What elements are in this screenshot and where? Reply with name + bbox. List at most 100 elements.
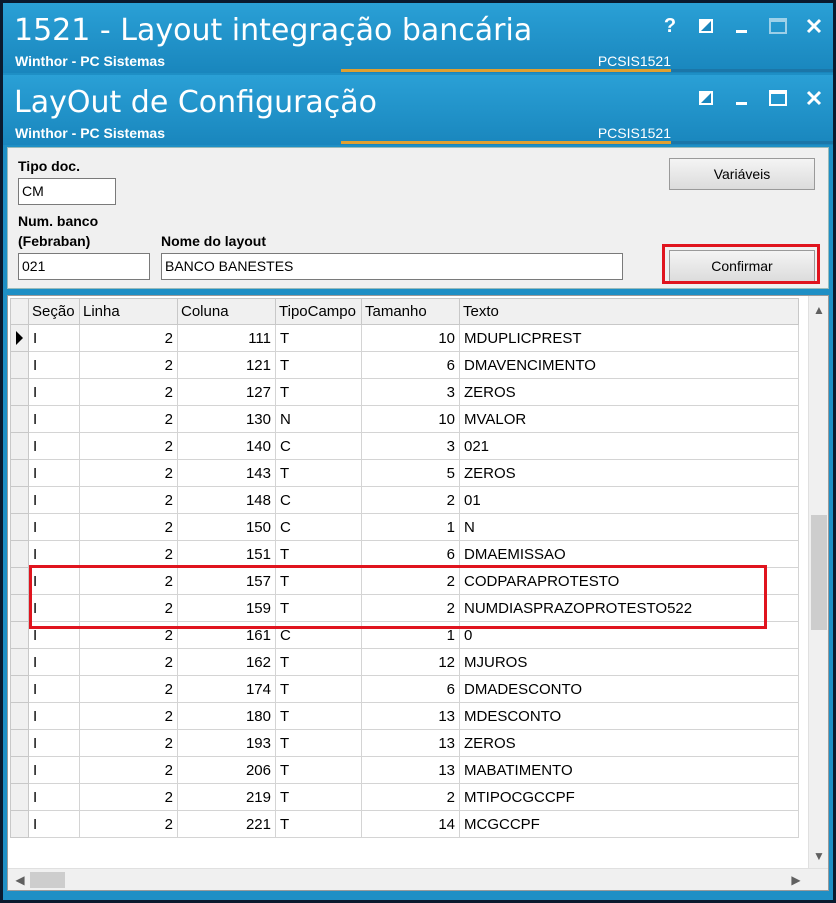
table-cell[interactable]: ZEROS — [459, 378, 799, 406]
table-row[interactable]: I 2 219 T 2 MTIPOCGCCPF — [10, 783, 799, 811]
help-button[interactable]: ? — [659, 15, 681, 37]
table-cell[interactable]: 2 — [79, 783, 178, 811]
table-cell[interactable]: 3 — [361, 432, 460, 460]
table-row[interactable]: I 2 140 C 3 021 — [10, 432, 799, 460]
table-cell[interactable]: 130 — [177, 405, 276, 433]
row-indicator[interactable] — [10, 459, 29, 487]
table-cell[interactable]: 2 — [79, 675, 178, 703]
table-cell[interactable]: 2 — [79, 513, 178, 541]
table-cell[interactable]: 2 — [361, 486, 460, 514]
table-cell[interactable]: C — [275, 513, 362, 541]
table-cell[interactable]: 3 — [361, 378, 460, 406]
vertical-scroll-thumb[interactable] — [811, 515, 827, 630]
table-row[interactable]: I 2 121 T 6 DMAVENCIMENTO — [10, 351, 799, 379]
table-cell[interactable]: 150 — [177, 513, 276, 541]
table-cell[interactable]: 021 — [459, 432, 799, 460]
table-cell[interactable]: 5 — [361, 459, 460, 487]
table-row[interactable]: I 2 174 T 6 DMADESCONTO — [10, 675, 799, 703]
row-indicator[interactable] — [10, 432, 29, 460]
table-cell[interactable]: 6 — [361, 675, 460, 703]
table-cell[interactable]: I — [28, 783, 80, 811]
table-cell[interactable]: 111 — [177, 324, 276, 352]
table-cell[interactable]: 2 — [79, 324, 178, 352]
scroll-down-icon[interactable]: ▼ — [809, 846, 828, 866]
table-cell[interactable]: I — [28, 648, 80, 676]
col-secao[interactable]: Seção — [28, 298, 80, 325]
table-row[interactable]: I 2 127 T 3 ZEROS — [10, 378, 799, 406]
table-cell[interactable]: MABATIMENTO — [459, 756, 799, 784]
table-cell[interactable]: 2 — [79, 729, 178, 757]
main-titlebar[interactable]: 1521 - Layout integração bancária Wintho… — [3, 3, 833, 73]
col-coluna[interactable]: Coluna — [177, 298, 276, 325]
sub-titlebar[interactable]: LayOut de Configuração Winthor - PC Sist… — [3, 75, 833, 145]
row-indicator[interactable] — [10, 405, 29, 433]
table-cell[interactable]: 2 — [79, 648, 178, 676]
row-indicator[interactable] — [10, 756, 29, 784]
row-indicator[interactable] — [10, 486, 29, 514]
table-cell[interactable]: 2 — [79, 756, 178, 784]
table-cell[interactable]: I — [28, 432, 80, 460]
table-cell[interactable]: 127 — [177, 378, 276, 406]
table-cell[interactable]: T — [275, 459, 362, 487]
table-cell[interactable]: 2 — [361, 783, 460, 811]
restore-icon[interactable] — [695, 15, 717, 37]
table-row[interactable]: I 2 150 C 1 N — [10, 513, 799, 541]
table-cell[interactable]: 143 — [177, 459, 276, 487]
row-indicator[interactable] — [10, 702, 29, 730]
table-row[interactable]: I 2 151 T 6 DMAEMISSAO — [10, 540, 799, 568]
table-cell[interactable]: T — [275, 378, 362, 406]
table-cell[interactable]: 13 — [361, 729, 460, 757]
table-cell[interactable]: 1 — [361, 513, 460, 541]
close-icon[interactable] — [803, 15, 825, 37]
table-cell[interactable]: MDUPLICPREST — [459, 324, 799, 352]
table-cell[interactable]: 151 — [177, 540, 276, 568]
row-indicator[interactable] — [10, 378, 29, 406]
table-row[interactable]: I 2 143 T 5 ZEROS — [10, 459, 799, 487]
col-tamanho[interactable]: Tamanho — [361, 298, 460, 325]
table-cell[interactable]: 162 — [177, 648, 276, 676]
sub-restore-icon[interactable] — [695, 87, 717, 109]
horizontal-scrollbar[interactable]: ◀ ▶ — [8, 868, 828, 890]
table-cell[interactable]: ZEROS — [459, 459, 799, 487]
table-cell[interactable]: 2 — [79, 702, 178, 730]
table-cell[interactable]: DMAVENCIMENTO — [459, 351, 799, 379]
row-indicator[interactable] — [10, 567, 29, 595]
table-row[interactable]: I 2 221 T 14 MCGCCPF — [10, 810, 799, 838]
table-cell[interactable]: 14 — [361, 810, 460, 838]
table-cell[interactable]: I — [28, 675, 80, 703]
table-row[interactable]: I 2 162 T 12 MJUROS — [10, 648, 799, 676]
row-indicator[interactable] — [10, 783, 29, 811]
table-cell[interactable]: I — [28, 540, 80, 568]
row-indicator[interactable] — [10, 810, 29, 838]
table-cell[interactable]: MTIPOCGCCPF — [459, 783, 799, 811]
table-cell[interactable]: 174 — [177, 675, 276, 703]
table-cell[interactable]: 219 — [177, 783, 276, 811]
col-texto[interactable]: Texto — [459, 298, 799, 325]
maximize-icon[interactable] — [767, 15, 789, 37]
table-cell[interactable]: T — [275, 648, 362, 676]
row-indicator[interactable] — [10, 729, 29, 757]
table-cell[interactable]: 206 — [177, 756, 276, 784]
row-indicator[interactable] — [10, 621, 29, 649]
sub-maximize-icon[interactable] — [767, 87, 789, 109]
scroll-right-icon[interactable]: ▶ — [786, 870, 806, 890]
table-cell[interactable]: I — [28, 405, 80, 433]
row-indicator[interactable] — [10, 594, 29, 622]
layout-grid[interactable]: Seção Linha Coluna TipoCampo Tamanho Tex… — [7, 295, 829, 891]
table-cell[interactable]: MDESCONTO — [459, 702, 799, 730]
sub-minimize-icon[interactable] — [731, 87, 753, 109]
table-cell[interactable]: 140 — [177, 432, 276, 460]
table-cell[interactable]: I — [28, 459, 80, 487]
table-cell[interactable]: T — [275, 783, 362, 811]
table-cell[interactable]: 01 — [459, 486, 799, 514]
row-indicator[interactable] — [10, 513, 29, 541]
row-indicator[interactable] — [10, 351, 29, 379]
table-cell[interactable]: T — [275, 324, 362, 352]
col-linha[interactable]: Linha — [79, 298, 178, 325]
horizontal-scroll-thumb[interactable] — [30, 872, 65, 888]
table-cell[interactable]: 193 — [177, 729, 276, 757]
table-cell[interactable]: I — [28, 378, 80, 406]
table-cell[interactable]: I — [28, 810, 80, 838]
table-cell[interactable]: I — [28, 729, 80, 757]
row-indicator[interactable] — [10, 540, 29, 568]
